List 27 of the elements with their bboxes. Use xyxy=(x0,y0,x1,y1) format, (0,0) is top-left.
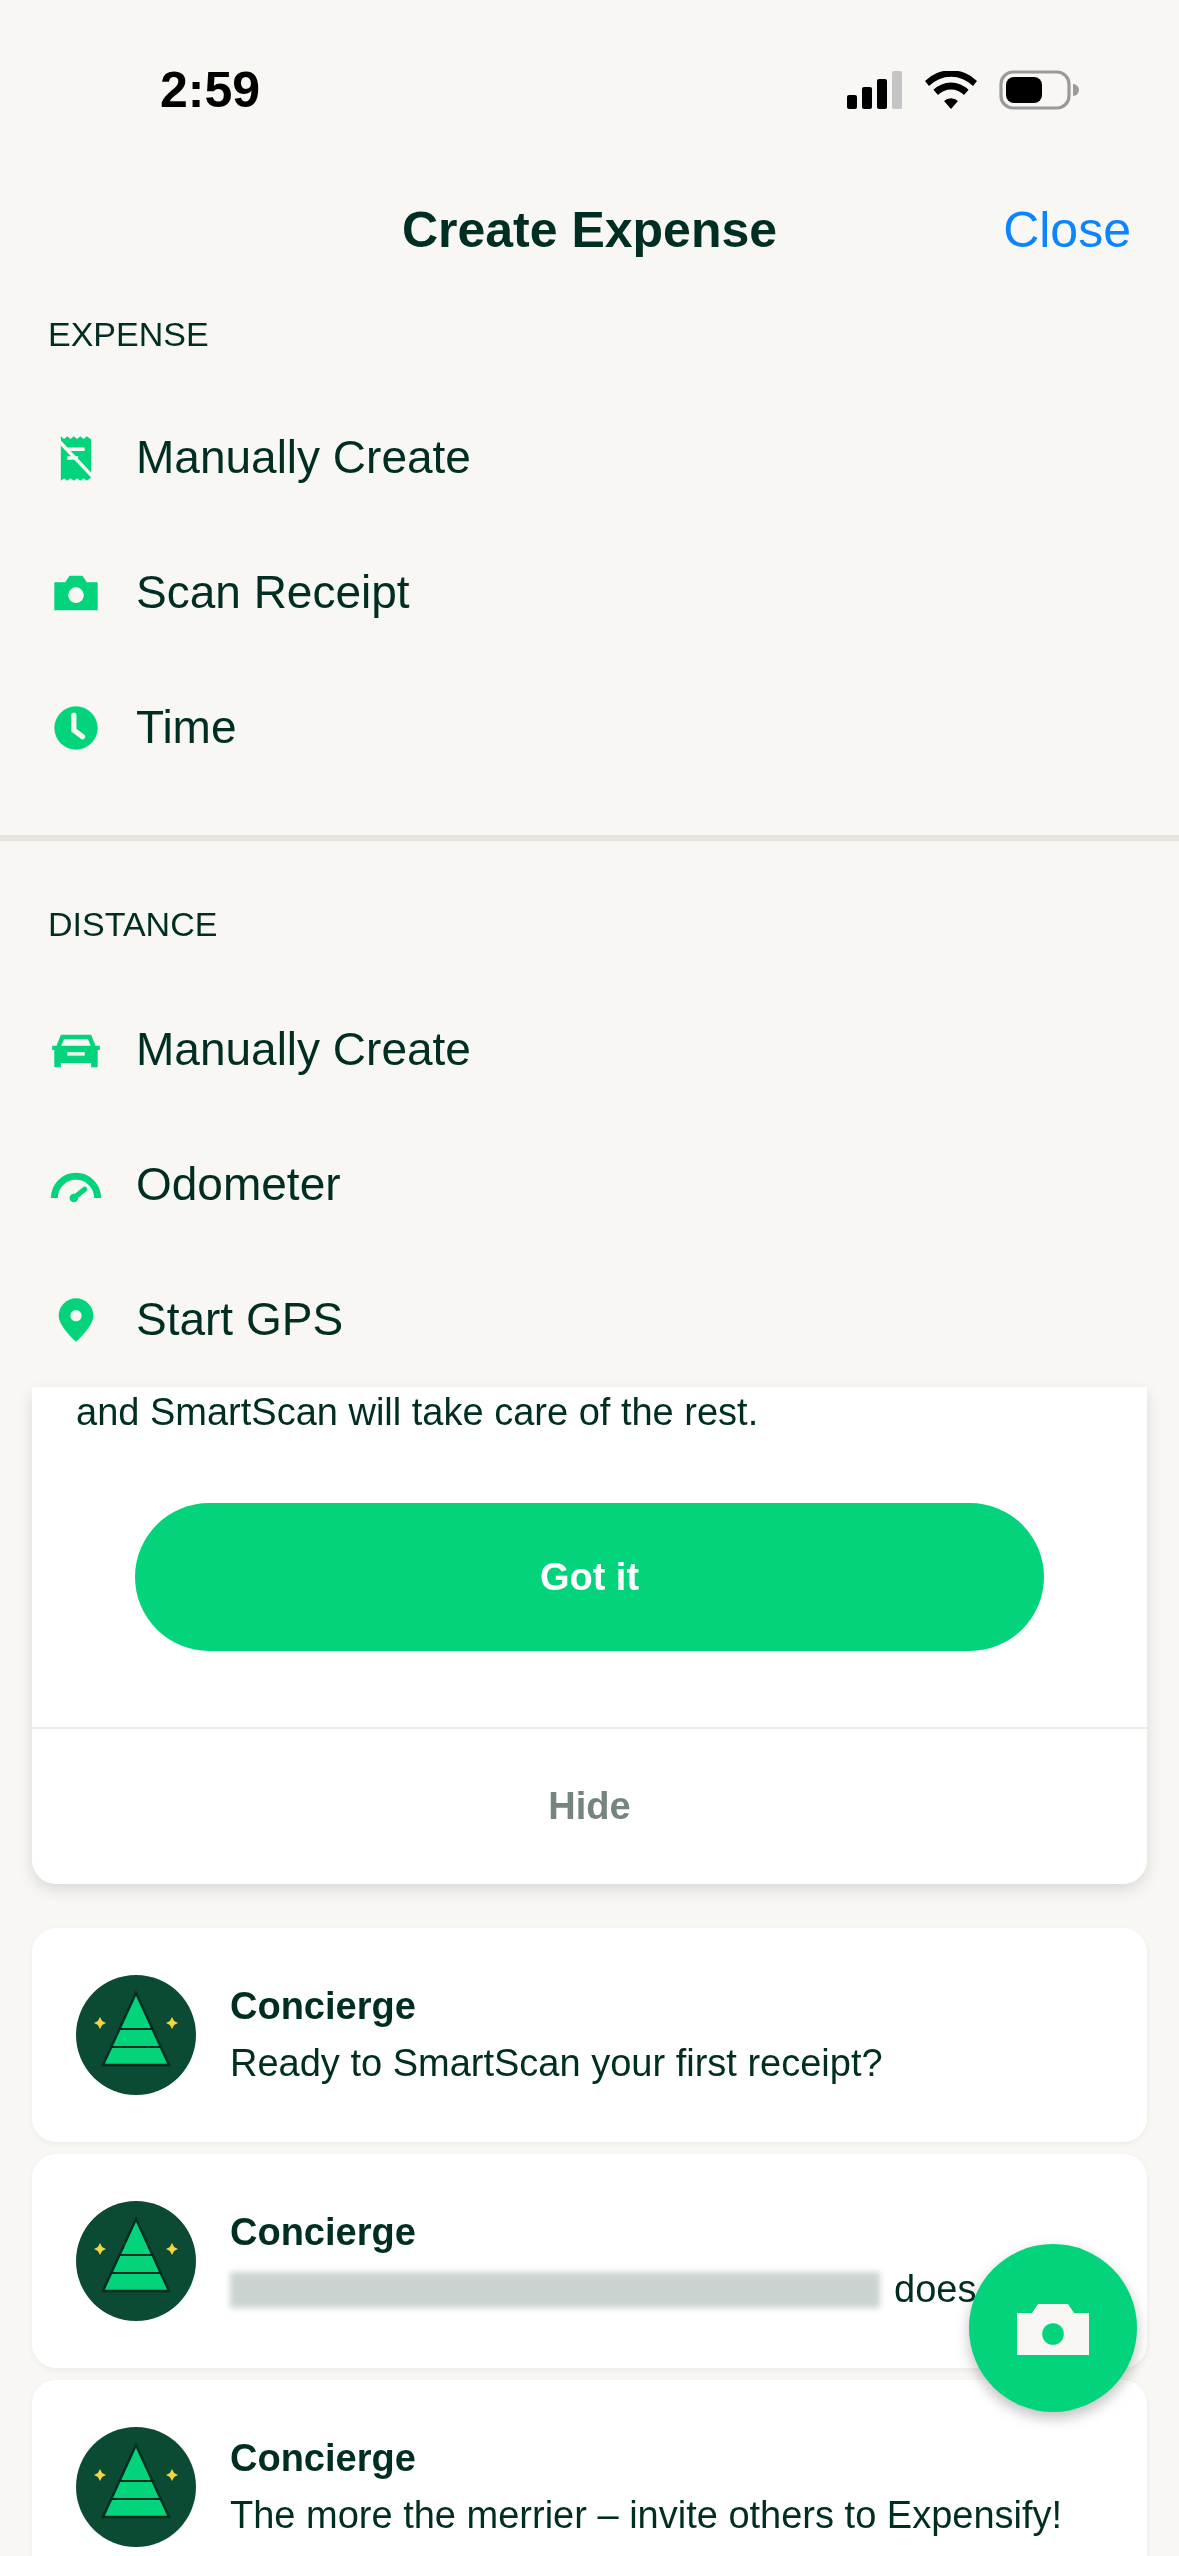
section-heading: DISTANCE xyxy=(48,904,218,945)
message-card[interactable]: Concierge does xyxy=(32,2154,1147,2368)
wifi-icon xyxy=(925,71,977,109)
menu-item[interactable]: Odometer xyxy=(0,1117,1179,1252)
triangle-avatar-icon xyxy=(76,2427,196,2547)
hide-button[interactable]: Hide xyxy=(548,1778,631,1835)
signal-icon xyxy=(847,71,903,109)
menu-item[interactable]: Manually Create xyxy=(0,982,1179,1117)
sheet-title: Create Expense xyxy=(401,200,778,260)
menu-item[interactable]: Start GPS xyxy=(0,1252,1179,1387)
tip-text: and SmartScan will take care of the rest. xyxy=(75,1390,760,1435)
menu-item[interactable]: Scan Receipt xyxy=(0,525,1179,660)
menu-item[interactable]: Manually Create xyxy=(0,390,1179,525)
message-card[interactable]: Concierge The more the merrier – invite others to Expensify! xyxy=(32,2380,1147,2556)
message-text: The more the merrier – invite others to Expensify! xyxy=(230,2493,1063,2538)
sender-name: Concierge xyxy=(230,1984,417,2029)
triangle-avatar-icon xyxy=(76,2201,196,2321)
battery-icon xyxy=(999,70,1079,110)
triangle-avatar-icon xyxy=(76,1975,196,2095)
message-text: does xyxy=(894,2267,977,2312)
menu-item[interactable]: Time xyxy=(0,660,1179,795)
sender-name: Concierge xyxy=(230,2210,417,2255)
message-text: Ready to SmartScan your first receipt? xyxy=(230,2041,883,2086)
sender-name: Concierge xyxy=(230,2436,417,2481)
message-card[interactable]: Concierge Ready to SmartScan your first receipt? xyxy=(32,1928,1147,2142)
section-heading: EXPENSE xyxy=(48,314,209,355)
status-time: 2:59 xyxy=(160,60,261,120)
